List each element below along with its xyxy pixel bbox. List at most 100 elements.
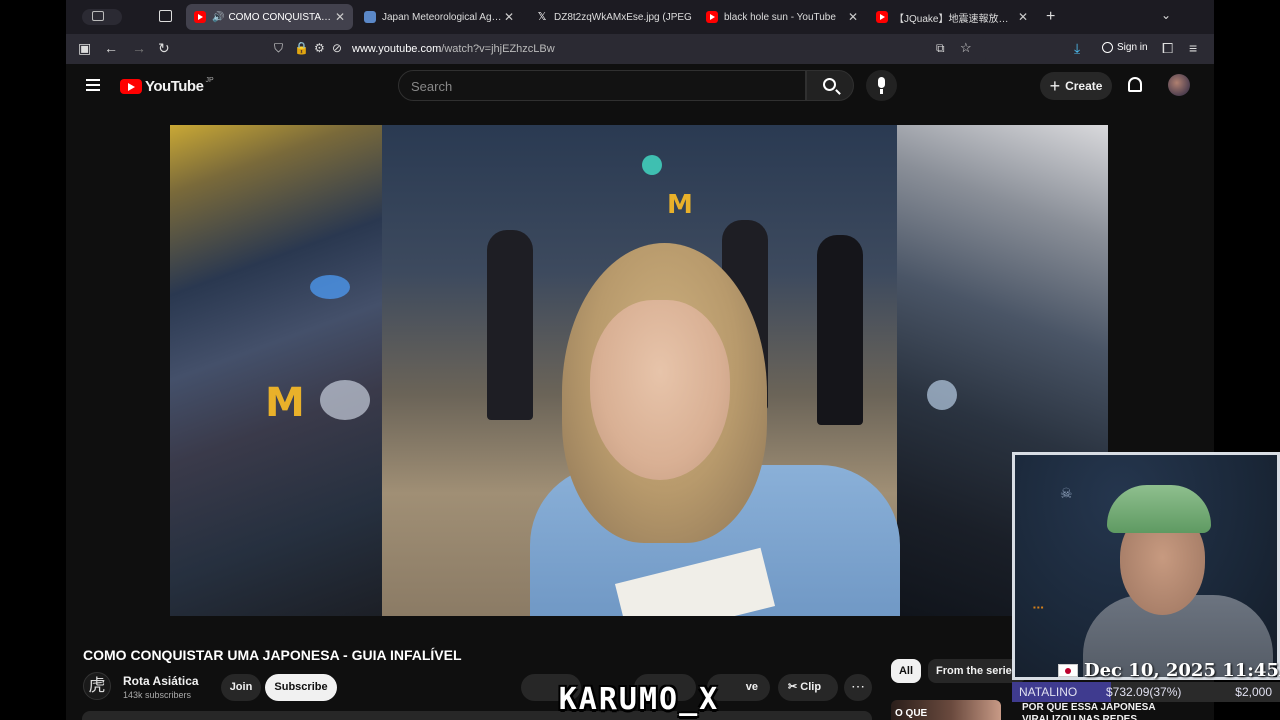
scissors-icon: ✂ bbox=[788, 681, 798, 693]
user-avatar[interactable] bbox=[1168, 74, 1190, 96]
description-box[interactable] bbox=[82, 711, 872, 720]
screen: 🔊 COMO CONQUISTAR UMA ✕ Japan Meteorolog… bbox=[0, 0, 1280, 720]
youtube-wordmark: YouTube bbox=[145, 78, 204, 95]
close-tab-icon[interactable]: ✕ bbox=[1016, 10, 1030, 24]
tab-youtube-active[interactable]: 🔊 COMO CONQUISTAR UMA ✕ bbox=[186, 4, 353, 30]
traffic-light-glow bbox=[642, 155, 662, 175]
youtube-play-icon bbox=[120, 79, 142, 94]
picture-in-picture-icon[interactable]: ⧉ bbox=[936, 41, 945, 56]
status-dots: ▪▪▪ bbox=[1033, 603, 1045, 612]
shield-icon[interactable]: ⛉ bbox=[274, 41, 283, 56]
download-icon[interactable]: ⤓ bbox=[1074, 40, 1080, 57]
subscriber-count: 143k subscribers bbox=[123, 690, 192, 700]
youtube-favicon-icon bbox=[706, 11, 718, 23]
recommended-thumbnail[interactable]: O QUE bbox=[891, 700, 1001, 720]
tab-black-hole-sun[interactable]: black hole sun - YouTube ✕ bbox=[698, 4, 866, 30]
tab-label: black hole sun - YouTube bbox=[724, 11, 836, 23]
arches-logo-icon: M bbox=[265, 380, 305, 426]
woman-face bbox=[590, 300, 730, 480]
back-arrow-icon[interactable]: ← bbox=[104, 40, 118, 56]
youtube-header: YouTube JP Search + Create bbox=[66, 64, 1214, 108]
light-glow bbox=[320, 380, 370, 420]
url-path: /watch?v=jhjEZhzcLBw bbox=[441, 43, 555, 55]
sign-glow bbox=[310, 275, 350, 299]
more-actions-icon[interactable]: ⋯ bbox=[844, 674, 872, 701]
channel-name[interactable]: Rota Asiática bbox=[123, 674, 199, 688]
tab-label: 【JQuake】地震速報放送24時間 bbox=[894, 13, 1016, 25]
x-favicon-icon: 𝕏 bbox=[537, 11, 547, 23]
goal-name: NATALINO bbox=[1019, 685, 1078, 699]
voice-search-icon[interactable] bbox=[866, 70, 897, 101]
channel-avatar[interactable]: 虎 bbox=[83, 672, 111, 700]
clip-label: Clip bbox=[800, 681, 822, 693]
video-title: COMO CONQUISTAR UMA JAPONESA - GUIA INFA… bbox=[83, 647, 462, 663]
sidebar-panel-icon[interactable]: ▣ bbox=[78, 40, 91, 57]
tab-jpeg[interactable]: 𝕏 DZ8t2zqWkAMxEse.jpg (JPEG bbox=[528, 4, 696, 30]
japan-flag-icon bbox=[1058, 664, 1078, 677]
webcam-overlay: ☠ ▪▪▪ bbox=[1012, 452, 1280, 680]
skull-icon: ☠ bbox=[1060, 485, 1073, 501]
recommended-title[interactable]: POR QUE ESSA JAPONESA VIRALIZOU NAS REDE… bbox=[1022, 702, 1172, 720]
streamer-watermark: KARUMO_X bbox=[558, 681, 720, 717]
address-bar[interactable]: ⛉ 🔒 ⚙ ⊘ www.youtube.com/watch?v=jhjEZhzc… bbox=[266, 37, 986, 61]
tab-label: COMO CONQUISTAR UMA bbox=[228, 11, 333, 23]
datetime-overlay: Dec 10, 2025 11:45AM bbox=[1058, 660, 1280, 681]
forward-arrow-icon[interactable]: → bbox=[132, 40, 146, 56]
search-placeholder: Search bbox=[411, 79, 453, 94]
goal-amount: $732.09(37%) bbox=[1106, 685, 1182, 699]
document-favicon-icon bbox=[364, 11, 376, 23]
new-tab-icon[interactable]: + bbox=[1046, 8, 1055, 26]
plus-icon: + bbox=[1049, 75, 1061, 96]
chip-all[interactable]: All bbox=[891, 659, 921, 683]
close-tab-icon[interactable]: ✕ bbox=[333, 10, 347, 24]
create-button[interactable]: + Create bbox=[1040, 72, 1112, 100]
permissions-icon[interactable]: ⚙ bbox=[314, 41, 325, 55]
sign-in-label: Sign in bbox=[1117, 42, 1148, 53]
background-person bbox=[487, 230, 533, 420]
tab-label: DZ8t2zqWkAMxEse.jpg (JPEG bbox=[554, 11, 692, 23]
subscribe-button[interactable]: Subscribe bbox=[265, 674, 337, 701]
speaker-icon[interactable]: 🔊 bbox=[212, 12, 224, 23]
youtube-favicon-icon bbox=[194, 11, 206, 23]
notifications-bell-icon[interactable] bbox=[1128, 77, 1142, 92]
create-label: Create bbox=[1065, 79, 1103, 93]
close-tab-icon[interactable]: ✕ bbox=[846, 10, 860, 24]
search-input[interactable]: Search bbox=[398, 70, 806, 101]
chevron-down-icon[interactable]: ⌄ bbox=[1161, 8, 1171, 22]
goal-target: $2,000 bbox=[1235, 685, 1272, 699]
sidebar-icon bbox=[92, 11, 104, 21]
donation-goal-bar: NATALINO $732.09(37%) $2,000 bbox=[1012, 682, 1280, 702]
reload-icon[interactable]: ↻ bbox=[158, 40, 170, 57]
search-button[interactable] bbox=[806, 70, 854, 101]
youtube-favicon-icon bbox=[876, 11, 888, 23]
clip-button[interactable]: ✂ Clip bbox=[778, 674, 838, 701]
app-menu-icon[interactable]: ≡ bbox=[1189, 40, 1197, 56]
sign-in-button[interactable]: Sign in bbox=[1102, 42, 1148, 53]
tab-list-icon[interactable] bbox=[159, 10, 172, 22]
lock-icon[interactable]: 🔒 bbox=[294, 41, 309, 55]
tab-bar: 🔊 COMO CONQUISTAR UMA ✕ Japan Meteorolog… bbox=[66, 0, 1214, 34]
url-text: www.youtube.com/watch?v=jhjEZhzcLBw bbox=[352, 43, 555, 55]
tab-jma[interactable]: Japan Meteorological Agency | ✕ bbox=[356, 4, 522, 30]
navigation-bar: ▣ ← → ↻ ⛉ 🔒 ⚙ ⊘ www.youtube.com/watch?v=… bbox=[66, 34, 1214, 64]
background-person bbox=[817, 235, 863, 425]
autoplay-blocked-icon[interactable]: ⊘ bbox=[332, 41, 342, 55]
close-tab-icon[interactable]: ✕ bbox=[502, 10, 516, 24]
search-icon bbox=[823, 78, 836, 91]
datetime-text: Dec 10, 2025 11:45AM bbox=[1084, 660, 1280, 681]
video-left-panel: M bbox=[170, 125, 382, 616]
tab-label: Japan Meteorological Agency | bbox=[382, 11, 502, 23]
save-label: ve bbox=[745, 681, 758, 693]
bookmark-star-icon[interactable]: ☆ bbox=[960, 40, 972, 56]
video-player[interactable]: M M bbox=[170, 125, 1108, 616]
youtube-logo[interactable]: YouTube JP bbox=[120, 77, 214, 95]
hamburger-menu-icon[interactable] bbox=[86, 79, 100, 91]
tab-jquake[interactable]: 【JQuake】地震速報放送24時間 ✕ bbox=[868, 4, 1036, 30]
extensions-icon[interactable]: ⧠ bbox=[1162, 40, 1173, 57]
light-glow bbox=[927, 380, 957, 410]
thumbnail-text: O QUE bbox=[895, 708, 928, 719]
country-code: JP bbox=[205, 77, 214, 84]
account-icon bbox=[1102, 42, 1113, 53]
arches-logo-icon: M bbox=[667, 190, 693, 220]
join-button[interactable]: Join bbox=[221, 674, 261, 701]
